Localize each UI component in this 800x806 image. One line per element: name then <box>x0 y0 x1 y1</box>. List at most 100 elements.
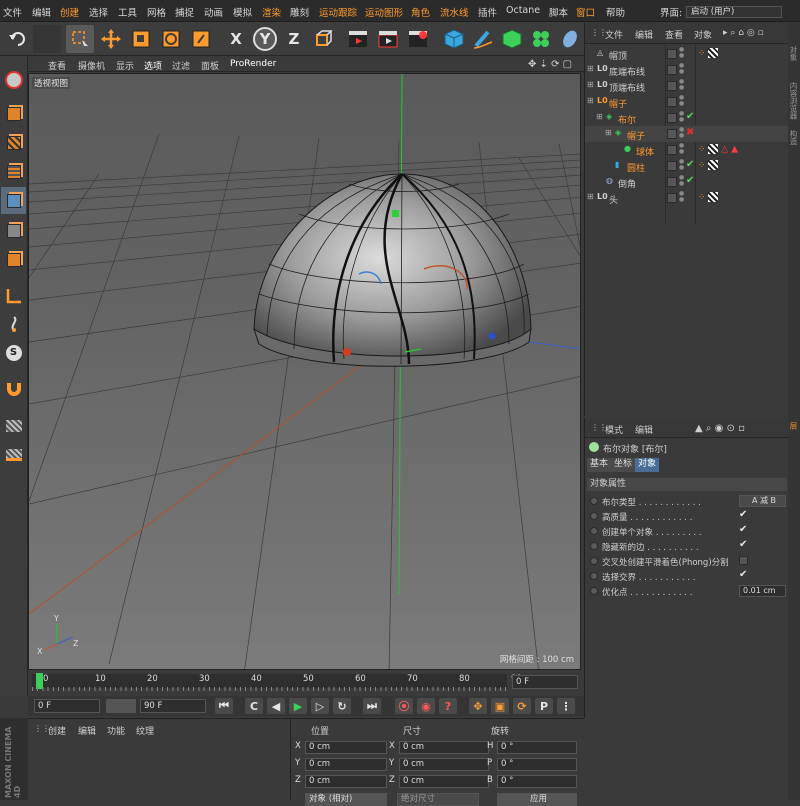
render-settings-icon[interactable] <box>404 25 432 53</box>
scale-icon[interactable] <box>127 25 155 53</box>
size-field[interactable]: 0 cm <box>399 775 489 788</box>
menu-mograph[interactable]: 运动图形 <box>365 5 403 19</box>
layer-box[interactable] <box>667 129 677 139</box>
key-position-icon[interactable]: ✥ <box>469 698 487 714</box>
snap-icon[interactable]: S <box>1 339 26 366</box>
visibility-dots[interactable]: ● ● <box>679 175 684 187</box>
enabled-check-icon[interactable]: ✔ <box>686 175 694 186</box>
object-tags[interactable]: ⁘ <box>698 48 719 59</box>
object-name[interactable]: 顶端布线 <box>609 81 645 94</box>
redo-icon[interactable] <box>33 25 61 53</box>
enabled-check-icon[interactable]: ✔ <box>686 159 694 170</box>
visibility-dots[interactable]: ● ● <box>679 79 684 91</box>
workplane-grid-icon[interactable] <box>1 441 26 468</box>
model-mode-icon[interactable] <box>1 100 26 127</box>
workplane-lock-icon[interactable] <box>1 412 26 439</box>
object-name[interactable]: 球体 <box>636 145 654 158</box>
move-icon[interactable] <box>97 25 125 53</box>
coordinate-system-icon[interactable] <box>309 25 337 53</box>
rotation-field[interactable]: 0 ° <box>497 758 577 771</box>
texture-mode-icon[interactable] <box>1 129 26 156</box>
position-field[interactable]: 0 cm <box>305 741 387 754</box>
menu-plugins[interactable]: 插件 <box>478 5 497 19</box>
points-mode-icon[interactable] <box>1 187 26 214</box>
object-row[interactable]: ⊞ L0 帽子 ● ● <box>585 94 789 111</box>
layer-box[interactable] <box>667 49 677 59</box>
cloner-icon[interactable] <box>527 25 555 53</box>
menu-sculpt[interactable]: 雕刻 <box>290 5 309 19</box>
layer-box[interactable] <box>667 161 677 171</box>
go-to-start-icon[interactable]: ⏮ <box>215 698 233 714</box>
rotation-field[interactable]: 0 ° <box>497 775 577 788</box>
menu-pipeline[interactable]: 流水线 <box>440 5 469 19</box>
tab-objects[interactable]: 对象 <box>789 46 799 61</box>
layer-box[interactable] <box>667 145 677 155</box>
tweak-mode-icon[interactable] <box>1 310 26 337</box>
range-slider[interactable] <box>106 699 136 713</box>
size-field[interactable]: 0 cm <box>399 741 489 754</box>
current-frame-field[interactable]: 0 F <box>512 675 578 689</box>
attribute-nav-icons[interactable]: ▲ ⌕ ◉ ⊙ ▫ <box>695 423 745 434</box>
menu-simulate[interactable]: 模拟 <box>233 5 252 19</box>
position-field[interactable]: 0 cm <box>305 775 387 788</box>
layout-select[interactable]: 启动 (用户) <box>686 6 782 18</box>
layer-box[interactable] <box>667 193 677 203</box>
attribute-checkbox[interactable] <box>739 556 748 565</box>
position-field[interactable]: 0 cm <box>305 758 387 771</box>
object-name[interactable]: 布尔 <box>618 113 636 126</box>
animate-dot-icon[interactable] <box>590 527 598 535</box>
next-key-icon[interactable]: ↻ <box>333 698 351 714</box>
object-menu-objects[interactable]: 对象 <box>694 28 712 41</box>
animate-dot-icon[interactable] <box>590 557 598 565</box>
end-frame-field[interactable]: 90 F <box>140 699 206 713</box>
expand-icon[interactable]: ⊞ <box>587 96 594 105</box>
object-row[interactable]: ◬ 帽顶 ● ● ⁘ <box>585 46 789 62</box>
layer-box[interactable] <box>667 97 677 107</box>
animate-dot-icon[interactable] <box>590 542 598 550</box>
pen-icon[interactable] <box>469 25 497 53</box>
expand-icon[interactable]: ⊞ <box>605 128 612 137</box>
subdivision-icon[interactable] <box>498 25 526 53</box>
auto-key-icon[interactable]: ◉ <box>417 698 435 714</box>
prev-frame-icon[interactable]: ◀ <box>267 698 285 714</box>
menu-render[interactable]: 渲染 <box>262 5 281 19</box>
menu-file[interactable]: 文件 <box>3 5 22 19</box>
expand-icon[interactable]: ⊞ <box>587 192 594 201</box>
expand-icon[interactable]: ⊞ <box>596 112 603 121</box>
expand-icon[interactable]: ⊞ <box>587 64 594 73</box>
material-menu-function[interactable]: 功能 <box>107 724 125 737</box>
menu-snap[interactable]: 捕捉 <box>175 5 194 19</box>
viewport-menu-view[interactable]: 查看 <box>48 59 66 72</box>
next-frame-icon[interactable]: ▷ <box>311 698 329 714</box>
viewport-nav-icons[interactable]: ✥ ⇣ ⟳ ▢ <box>528 59 572 70</box>
rotate-icon[interactable] <box>157 25 185 53</box>
object-name[interactable]: 帽顶 <box>609 49 627 62</box>
visibility-dots[interactable]: ● ● <box>679 95 684 107</box>
animate-dot-icon[interactable] <box>590 587 598 595</box>
tab-coordinates[interactable]: 坐标 <box>611 458 636 472</box>
object-menu-edit[interactable]: 编辑 <box>635 28 653 41</box>
object-row[interactable]: ⊞ L0 头 ● ● ⁘ <box>585 190 789 206</box>
viewport-menu-prorender[interactable]: ProRender <box>230 59 276 69</box>
deformer-icon[interactable] <box>556 25 584 53</box>
tab-object[interactable]: 对象 <box>635 458 660 472</box>
expand-icon[interactable]: ⊞ <box>587 80 594 89</box>
object-row[interactable]: ⊞ L0 底端布线 ● ● <box>585 62 789 79</box>
key-scale-icon[interactable]: ▣ <box>491 698 509 714</box>
visibility-dots[interactable]: ● ● <box>679 159 684 171</box>
go-to-end-icon[interactable]: ⏭ <box>363 698 381 714</box>
x-axis-button[interactable]: X <box>222 25 250 53</box>
timeline[interactable]: 0102030405060708090 0 F <box>28 670 584 698</box>
key-param-icon[interactable]: P <box>535 698 553 714</box>
object-tags[interactable]: ⁘ <box>698 192 719 203</box>
record-keys-icon[interactable]: ⦿ <box>395 698 413 714</box>
viewport-menu-panel[interactable]: 面板 <box>201 59 219 72</box>
layer-box[interactable] <box>667 65 677 75</box>
disabled-cross-icon[interactable]: ✖ <box>686 127 694 138</box>
cube-icon[interactable] <box>440 25 468 53</box>
menu-script[interactable]: 脚本 <box>549 5 568 19</box>
play-icon[interactable]: ▶ <box>289 698 307 714</box>
menu-animate[interactable]: 动画 <box>204 5 223 19</box>
animate-dot-icon[interactable] <box>590 497 598 505</box>
object-row[interactable]: ⊞ ◈ 布尔 ● ● ✔ <box>585 110 789 127</box>
